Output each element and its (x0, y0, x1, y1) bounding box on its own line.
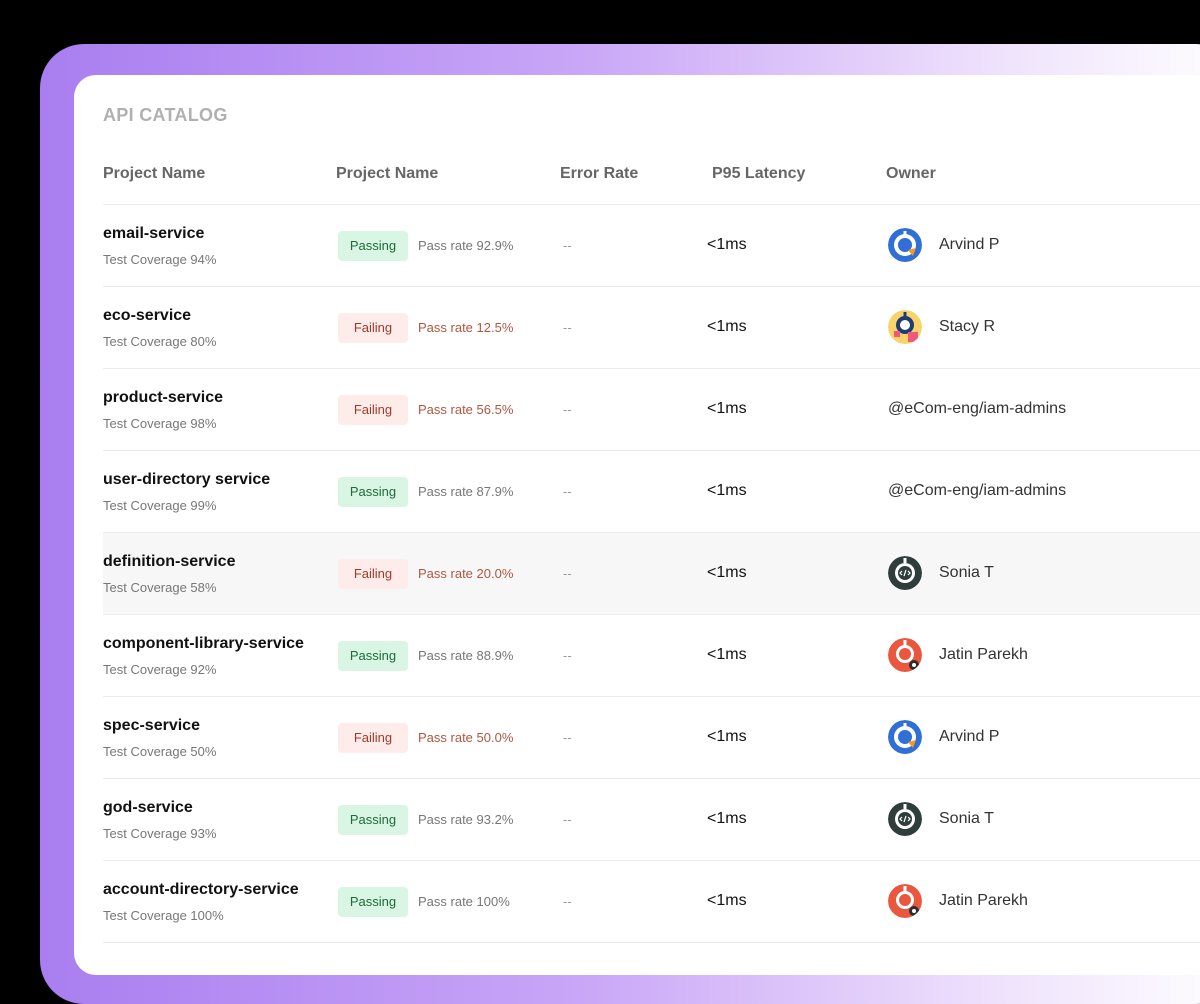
owner-name[interactable]: Jatin Parekh (939, 646, 1028, 664)
blue-robot-avatar-icon (888, 720, 922, 754)
test-coverage: Test Coverage 50% (103, 744, 217, 759)
p95-latency: <1ms (707, 892, 747, 909)
table-row[interactable]: user-directory service Test Coverage 99% P… (103, 451, 1200, 533)
error-rate: -- (563, 238, 572, 253)
error-rate: -- (563, 894, 572, 909)
pass-rate: Pass rate 87.9% (418, 484, 514, 499)
project-name[interactable]: product-service (103, 389, 223, 407)
project-name[interactable]: definition-service (103, 553, 235, 571)
project-name[interactable]: god-service (103, 799, 193, 817)
project-name[interactable]: email-service (103, 225, 204, 243)
yellow-robot-avatar-icon (888, 310, 922, 344)
p95-latency: <1ms (707, 236, 747, 253)
error-rate: -- (563, 812, 572, 827)
status-badge: Failing (338, 559, 408, 589)
error-rate: -- (563, 648, 572, 663)
p95-latency: <1ms (707, 564, 747, 581)
status-badge: Failing (338, 395, 408, 425)
owner-name[interactable]: Jatin Parekh (939, 892, 1028, 910)
pass-rate: Pass rate 100% (418, 894, 510, 909)
column-header-p95-latency[interactable]: P95 Latency (712, 165, 805, 183)
project-name[interactable]: user-directory service (103, 471, 270, 489)
blue-robot-avatar-icon (888, 228, 922, 262)
error-rate: -- (563, 320, 572, 335)
test-coverage: Test Coverage 93% (103, 826, 217, 841)
catalog-table: email-service Test Coverage 94% Passing Pas… (103, 204, 1200, 943)
p95-latency: <1ms (707, 810, 747, 827)
error-rate: -- (563, 484, 572, 499)
test-coverage: Test Coverage 80% (103, 334, 217, 349)
owner-name[interactable]: Stacy R (939, 318, 995, 336)
owner-name[interactable]: Sonia T (939, 564, 994, 582)
table-row[interactable]: product-service Test Coverage 98% Failing P… (103, 369, 1200, 451)
pass-rate: Pass rate 93.2% (418, 812, 514, 827)
project-name[interactable]: spec-service (103, 717, 200, 735)
api-catalog-panel: API CATALOG Project Name Project Name Er… (74, 75, 1200, 975)
pass-rate: Pass rate 92.9% (418, 238, 514, 253)
status-badge: Passing (338, 231, 408, 261)
error-rate: -- (563, 402, 572, 417)
test-coverage: Test Coverage 92% (103, 662, 217, 677)
error-rate: -- (563, 730, 572, 745)
test-coverage: Test Coverage 58% (103, 580, 217, 595)
pass-rate: Pass rate 50.0% (418, 730, 514, 745)
project-name[interactable]: account-directory-service (103, 881, 299, 899)
column-header-project-name[interactable]: Project Name (103, 165, 205, 183)
page-title: API CATALOG (103, 105, 228, 125)
status-badge: Passing (338, 805, 408, 835)
project-name[interactable]: eco-service (103, 307, 191, 325)
column-header-owner[interactable]: Owner (886, 165, 936, 183)
owner-name[interactable]: Arvind P (939, 728, 999, 746)
orange-robot-avatar-icon (888, 884, 922, 918)
pass-rate: Pass rate 12.5% (418, 320, 514, 335)
p95-latency: <1ms (707, 728, 747, 745)
table-row[interactable]: god-service Test Coverage 93% Passing Pass … (103, 779, 1200, 861)
status-badge: Failing (338, 313, 408, 343)
error-rate: -- (563, 566, 572, 581)
test-coverage: Test Coverage 100% (103, 908, 224, 923)
p95-latency: <1ms (707, 646, 747, 663)
owner-name[interactable]: Arvind P (939, 236, 999, 254)
owner-name[interactable]: Sonia T (939, 810, 994, 828)
test-coverage: Test Coverage 99% (103, 498, 217, 513)
pass-rate: Pass rate 56.5% (418, 402, 514, 417)
table-row[interactable]: account-directory-service Test Coverage 1… (103, 861, 1200, 943)
project-name[interactable]: component-library-service (103, 635, 304, 653)
dark-code-robot-avatar-icon (888, 802, 922, 836)
dark-code-robot-avatar-icon (888, 556, 922, 590)
table-row[interactable]: spec-service Test Coverage 50% Failing Pass… (103, 697, 1200, 779)
owner-team[interactable]: @eCom-eng/iam-admins (888, 482, 1066, 500)
column-header-project-status[interactable]: Project Name (336, 165, 438, 183)
status-badge: Passing (338, 477, 408, 507)
table-row[interactable]: definition-service Test Coverage 58% Faili… (103, 533, 1200, 615)
test-coverage: Test Coverage 98% (103, 416, 217, 431)
table-row[interactable]: email-service Test Coverage 94% Passing Pas… (103, 205, 1200, 287)
table-row[interactable]: eco-service Test Coverage 80% Failing Pass … (103, 287, 1200, 369)
p95-latency: <1ms (707, 318, 747, 335)
pass-rate: Pass rate 88.9% (418, 648, 514, 663)
p95-latency: <1ms (707, 400, 747, 417)
p95-latency: <1ms (707, 482, 747, 499)
status-badge: Passing (338, 887, 408, 917)
status-badge: Passing (338, 641, 408, 671)
pass-rate: Pass rate 20.0% (418, 566, 514, 581)
test-coverage: Test Coverage 94% (103, 252, 217, 267)
orange-robot-avatar-icon (888, 638, 922, 672)
table-row[interactable]: component-library-service Test Coverage 9… (103, 615, 1200, 697)
status-badge: Failing (338, 723, 408, 753)
column-header-error-rate[interactable]: Error Rate (560, 165, 638, 183)
owner-team[interactable]: @eCom-eng/iam-admins (888, 400, 1066, 418)
